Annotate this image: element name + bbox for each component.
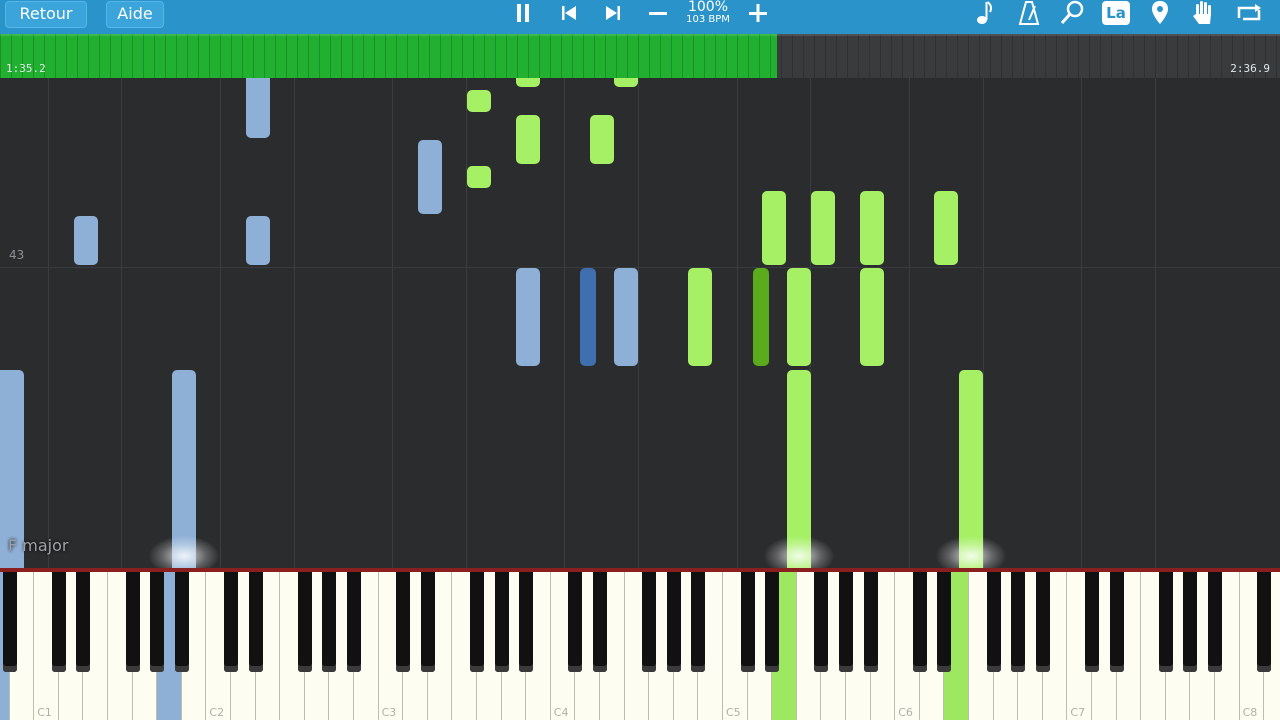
- elapsed-time: 1:35.2: [6, 62, 46, 75]
- note-right-hand: [762, 191, 786, 265]
- black-key[interactable]: [2, 572, 17, 672]
- black-key[interactable]: [396, 572, 411, 672]
- black-key[interactable]: [1208, 572, 1222, 672]
- measure-number: 43: [9, 248, 25, 262]
- hit-glow: [936, 536, 1006, 568]
- black-key[interactable]: [1011, 572, 1026, 672]
- pause-icon[interactable]: [510, 0, 536, 26]
- metronome-icon[interactable]: [1016, 0, 1042, 26]
- black-key[interactable]: [297, 572, 312, 672]
- skip-back-icon[interactable]: [556, 0, 582, 26]
- octave-label: C2: [209, 706, 225, 719]
- top-toolbar: Retour Aide 100% 103 BPM La: [0, 0, 1280, 34]
- note-right-hand: [467, 90, 491, 112]
- note-left-hand: [74, 216, 98, 265]
- black-key[interactable]: [248, 572, 263, 672]
- black-key[interactable]: [740, 572, 755, 672]
- black-key[interactable]: [51, 572, 66, 672]
- black-key[interactable]: [839, 572, 853, 672]
- black-key[interactable]: [765, 572, 780, 672]
- key-signature: F major: [8, 536, 69, 555]
- octave-label: C7: [1070, 706, 1086, 719]
- note-right-hand: [753, 268, 769, 366]
- note-left-hand: [246, 216, 270, 265]
- progress-grid: [0, 34, 1280, 78]
- language-icon[interactable]: La: [1102, 1, 1130, 25]
- black-key[interactable]: [937, 572, 952, 672]
- black-key[interactable]: [593, 572, 607, 672]
- note-left-hand: [246, 78, 270, 138]
- piano-keyboard[interactable]: C1 C2 C3 C4 C5 C6 C7 C8: [0, 568, 1280, 720]
- hit-glow: [764, 536, 834, 568]
- black-key[interactable]: [224, 572, 238, 672]
- black-key[interactable]: [912, 572, 927, 672]
- note-right-hand: [516, 115, 540, 164]
- black-key[interactable]: [568, 572, 583, 672]
- note-right-hand: [787, 268, 811, 366]
- note-right-hand: [860, 191, 884, 265]
- black-key[interactable]: [1158, 572, 1173, 672]
- tempo-display: 100% 103 BPM: [684, 0, 732, 26]
- note-right-hand: [688, 268, 712, 366]
- hit-glow: [149, 536, 219, 568]
- note-right-hand: [811, 191, 835, 265]
- black-key[interactable]: [691, 572, 706, 672]
- black-key[interactable]: [76, 572, 91, 672]
- note-left-hand: [516, 268, 540, 366]
- loop-icon[interactable]: [1234, 0, 1264, 26]
- black-key[interactable]: [814, 572, 829, 672]
- note-roll: 43 F major: [0, 78, 1280, 568]
- black-key[interactable]: [125, 572, 140, 672]
- black-key[interactable]: [347, 572, 361, 672]
- note-right-hand: [516, 78, 540, 87]
- note-left-hand: [614, 268, 638, 366]
- black-key[interactable]: [1085, 572, 1099, 672]
- octave-label: C6: [898, 706, 913, 719]
- octave-label: C5: [726, 706, 741, 719]
- plus-icon[interactable]: [746, 0, 770, 26]
- speed-percent: 100%: [687, 0, 729, 15]
- black-key[interactable]: [420, 572, 435, 672]
- octave-label: C4: [553, 706, 569, 719]
- black-key[interactable]: [174, 572, 189, 672]
- black-key[interactable]: [1035, 572, 1050, 672]
- black-key[interactable]: [642, 572, 657, 672]
- music-note-icon[interactable]: [972, 0, 998, 26]
- location-pin-icon[interactable]: [1148, 0, 1172, 26]
- note-right-hand: [590, 115, 614, 164]
- help-button[interactable]: Aide: [106, 1, 164, 28]
- black-key[interactable]: [470, 572, 484, 672]
- octave-label: C8: [1242, 706, 1258, 719]
- octave-label: C1: [37, 706, 52, 719]
- note-left-hand: [580, 268, 596, 366]
- magnifier-icon[interactable]: [1058, 0, 1086, 26]
- black-key[interactable]: [986, 572, 1001, 672]
- octave-label: C3: [381, 706, 397, 719]
- note-left-hand: [418, 140, 442, 214]
- note-right-hand: [467, 166, 491, 188]
- black-key[interactable]: [494, 572, 509, 672]
- note-right-hand: [860, 268, 884, 366]
- note-right-hand: [934, 191, 958, 265]
- hand-icon[interactable]: [1190, 0, 1216, 26]
- bpm-value: 103 BPM: [686, 14, 730, 25]
- note-right-hand: [614, 78, 638, 87]
- black-key[interactable]: [863, 572, 878, 672]
- black-key[interactable]: [1257, 572, 1272, 672]
- black-key[interactable]: [322, 572, 337, 672]
- black-key[interactable]: [519, 572, 534, 672]
- total-time: 2:36.9: [1230, 62, 1270, 75]
- skip-forward-icon[interactable]: [600, 0, 626, 26]
- black-key[interactable]: [666, 572, 681, 672]
- back-button[interactable]: Retour: [5, 1, 87, 28]
- black-key[interactable]: [1183, 572, 1198, 672]
- progress-timeline[interactable]: 1:35.2 2:36.9: [0, 34, 1280, 78]
- black-key[interactable]: [150, 572, 165, 672]
- minus-icon[interactable]: [646, 0, 670, 26]
- black-key[interactable]: [1109, 572, 1124, 672]
